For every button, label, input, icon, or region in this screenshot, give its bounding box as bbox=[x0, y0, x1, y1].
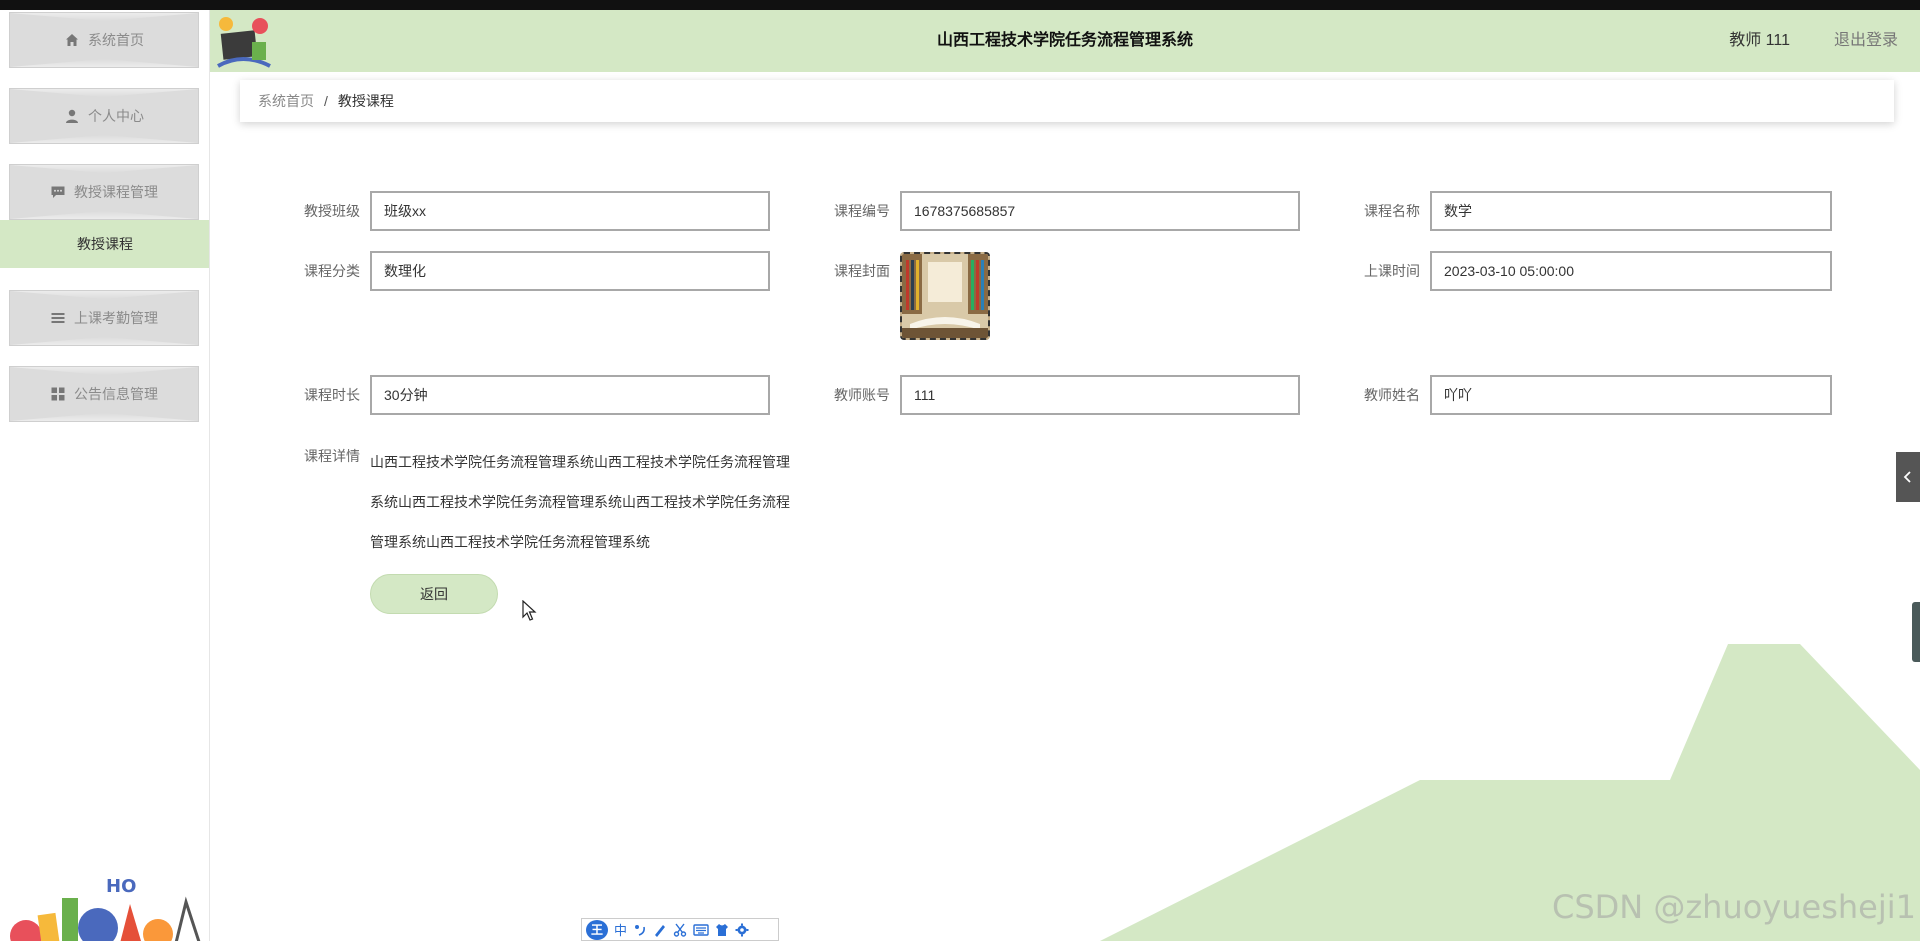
ime-mode-toggle[interactable]: 中 bbox=[614, 920, 627, 939]
grid-icon bbox=[51, 387, 65, 401]
svg-text:HO: HO bbox=[106, 876, 136, 897]
mouse-cursor-icon bbox=[522, 600, 537, 621]
decorative-alphabet-illustration: HO bbox=[10, 876, 201, 941]
course-cover-image[interactable] bbox=[900, 252, 990, 340]
duration-field[interactable]: 30分钟 bbox=[370, 375, 770, 415]
class-label: 教授班级 bbox=[304, 203, 360, 219]
sidebar-item-label: 公告信息管理 bbox=[74, 386, 158, 402]
floating-side-tab[interactable] bbox=[1912, 602, 1920, 662]
scissors-icon[interactable] bbox=[673, 923, 687, 937]
sidebar-item-course-management[interactable]: 教授课程管理 bbox=[9, 164, 199, 220]
logo-illustration bbox=[214, 14, 272, 68]
current-user: 教师 111 bbox=[1729, 32, 1790, 49]
sidebar-item-label: 上课考勤管理 bbox=[74, 310, 158, 326]
ime-logo-icon[interactable]: 王 bbox=[586, 919, 608, 940]
course-detail-text: 山西工程技术学院任务流程管理系统山西工程技术学院任务流程管理系统山西工程技术学院… bbox=[370, 454, 790, 550]
teacher-name-label: 教师姓名 bbox=[1364, 387, 1420, 403]
list-icon bbox=[51, 313, 65, 323]
sidebar-item-profile[interactable]: 个人中心 bbox=[9, 88, 199, 144]
sidebar-item-announcements[interactable]: 公告信息管理 bbox=[9, 366, 199, 422]
course-code-field[interactable]: 1678375685857 bbox=[900, 191, 1300, 231]
breadcrumb-separator: / bbox=[324, 93, 328, 109]
person-icon bbox=[66, 109, 78, 123]
top-header: 山西工程技术学院任务流程管理系统 教师 111 退出登录 bbox=[210, 10, 1920, 72]
keyboard-icon[interactable] bbox=[693, 923, 709, 936]
csdn-watermark: CSDN @zhuoyueshejі1 bbox=[1551, 888, 1916, 926]
handwriting-icon[interactable] bbox=[653, 923, 667, 937]
category-field[interactable]: 数理化 bbox=[370, 251, 770, 291]
course-name-field[interactable]: 数学 bbox=[1430, 191, 1832, 231]
class-time-label: 上课时间 bbox=[1364, 263, 1420, 279]
library-photo bbox=[902, 254, 988, 338]
sidebar-item-home[interactable]: 系统首页 bbox=[9, 12, 199, 68]
home-icon bbox=[66, 34, 78, 46]
skin-shirt-icon[interactable] bbox=[715, 923, 729, 937]
cover-label: 课程封面 bbox=[834, 263, 890, 279]
back-button[interactable]: 返回 bbox=[370, 574, 498, 614]
class-time-field[interactable]: 2023-03-10 05:00:00 bbox=[1430, 251, 1832, 291]
category-label: 课程分类 bbox=[304, 263, 360, 279]
teacher-account-label: 教师账号 bbox=[834, 387, 890, 403]
sidebar: 系统首页 个人中心 教授课程管理 教授课程 上课考勤管理 公告信息管理 HO bbox=[0, 10, 210, 941]
collapse-panel-button[interactable] bbox=[1896, 452, 1920, 502]
sidebar-item-label: 系统首页 bbox=[88, 32, 144, 48]
breadcrumb-current: 教授课程 bbox=[337, 93, 394, 109]
ime-toolbar: 王 中 bbox=[581, 918, 779, 941]
message-icon bbox=[51, 186, 65, 198]
settings-gear-icon[interactable] bbox=[735, 923, 749, 937]
teacher-name-field[interactable]: 吖吖 bbox=[1430, 375, 1832, 415]
course-name-label: 课程名称 bbox=[1364, 203, 1420, 219]
detail-label: 课程详情 bbox=[304, 448, 360, 464]
window-top-edge bbox=[0, 0, 1920, 10]
punctuation-icon[interactable] bbox=[633, 923, 647, 937]
sidebar-item-label: 个人中心 bbox=[88, 108, 144, 124]
breadcrumb-home-link[interactable]: 系统首页 bbox=[258, 91, 314, 111]
sidebar-item-label: 教授课程管理 bbox=[74, 184, 158, 200]
breadcrumb: 系统首页 / 教授课程 bbox=[240, 80, 1894, 122]
teacher-account-field[interactable]: 111 bbox=[900, 375, 1300, 415]
page-title: 山西工程技术学院任务流程管理系统 bbox=[936, 32, 1193, 49]
logout-link[interactable]: 退出登录 bbox=[1834, 10, 1898, 72]
sidebar-item-attendance[interactable]: 上课考勤管理 bbox=[9, 290, 199, 346]
class-field[interactable]: 班级xx bbox=[370, 191, 770, 231]
chevron-left-icon bbox=[1903, 471, 1911, 483]
sidebar-subitem-taught-courses[interactable]: 教授课程 bbox=[0, 220, 209, 268]
course-code-label: 课程编号 bbox=[834, 203, 890, 219]
duration-label: 课程时长 bbox=[304, 387, 360, 403]
